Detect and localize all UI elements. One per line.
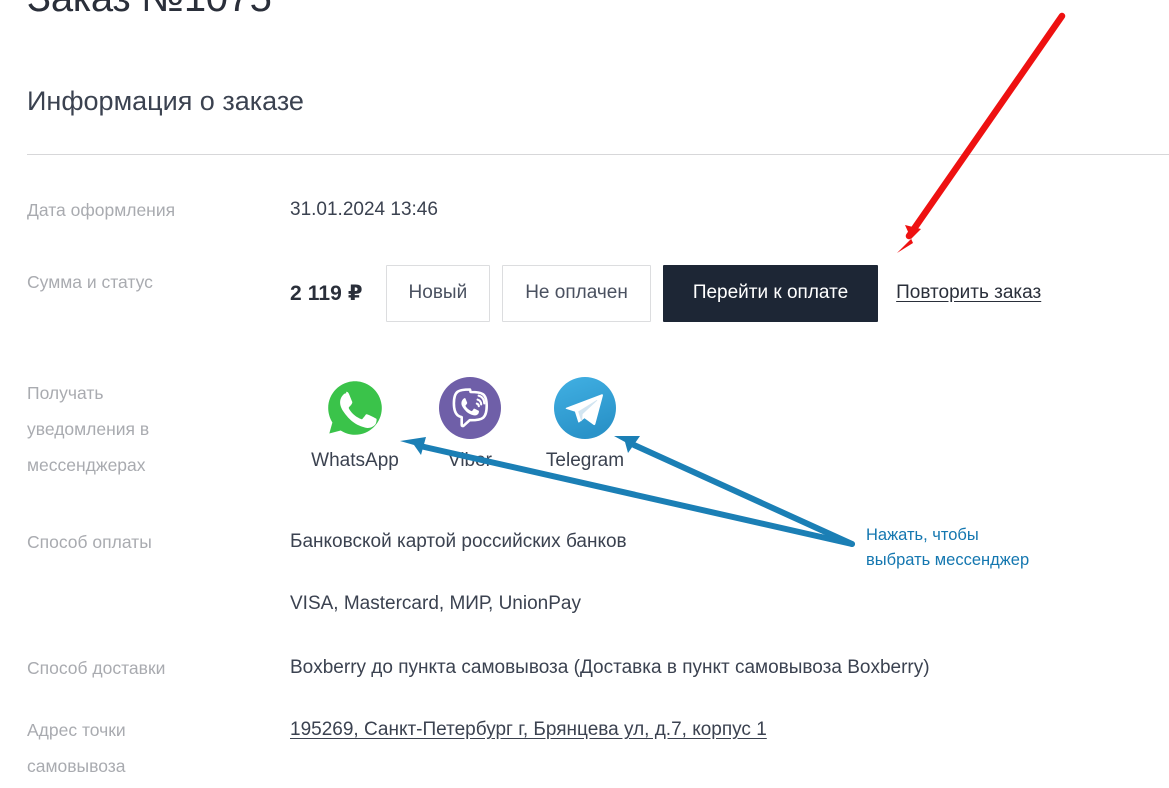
pickup-address-label: Адрес точки самовывоза [27,712,275,784]
pickup-address-label-line-2: самовывоза [27,756,126,776]
messenger-label-viber: Viber [447,450,492,471]
messenger-label-line-1: Получать [27,383,104,403]
pickup-address-value: 195269, Санкт-Петербург г, Брянцева ул, … [290,712,767,748]
order-details-page: Заказ №1075 Информация о заказе Дата офо… [0,0,1169,788]
telegram-annotation-arrow [614,436,855,547]
messenger-annotation-hint: Нажать, чтобы выбрать мессенджер [866,523,1029,573]
messenger-option-telegram[interactable]: Telegram [545,374,625,472]
payment-method-label: Способ оплаты [27,532,152,552]
order-status-chip[interactable]: Новый [385,264,491,322]
section-title: Информация о заказе [27,86,304,116]
messenger-options: WhatsApp Viber Telegram [311,374,625,472]
pickup-address-label-line-1: Адрес точки [27,720,126,740]
sum-and-status-row: Сумма и статус 2 119 ₽ Новый Не оплачен … [27,264,1169,322]
whatsapp-icon [325,378,385,438]
header-divider [27,154,1169,155]
payment-method-value: Банковской картой российских банков VISA… [290,524,627,622]
messenger-label-telegram: Telegram [545,450,625,471]
hint-line-1: Нажать, чтобы [866,526,979,544]
payment-method-line-2: VISA, Mastercard, МИР, UnionPay [290,593,581,614]
sum-and-status-label: Сумма и статус [27,272,153,292]
order-date-label: Дата оформления [27,200,176,220]
pay-button-annotation-arrow [897,12,1066,253]
payment-method-line-1: Банковской картой российских банков [290,531,627,552]
delivery-method-label: Способ доставки [27,658,166,678]
repeat-order-link[interactable]: Повторить заказ [896,282,1041,304]
messenger-label-whatsapp: WhatsApp [311,450,399,471]
messenger-notifications-label: Получать уведомления в мессенджерах [27,375,275,483]
telegram-icon [554,377,616,439]
go-to-payment-button[interactable]: Перейти к оплате [662,264,879,322]
messenger-label-line-3: мессенджерах [27,455,146,475]
delivery-method-value: Boxberry до пункта самовывоза (Доставка … [290,657,930,678]
viber-icon [439,377,501,439]
order-total-amount: 2 119 ₽ [290,281,363,305]
messenger-label-line-2: уведомления в [27,419,150,439]
messenger-option-viber[interactable]: Viber [433,374,507,472]
sum-and-status-controls: 2 119 ₽ Новый Не оплачен Перейти к оплат… [290,264,1041,322]
pickup-address-link[interactable]: 195269, Санкт-Петербург г, Брянцева ул, … [290,719,767,740]
messenger-option-whatsapp[interactable]: WhatsApp [311,374,399,472]
payment-status-chip[interactable]: Не оплачен [502,264,651,322]
page-title: Заказ №1075 [27,0,272,21]
hint-line-2: выбрать мессенджер [866,551,1030,569]
order-date-value: 31.01.2024 13:46 [290,199,438,220]
